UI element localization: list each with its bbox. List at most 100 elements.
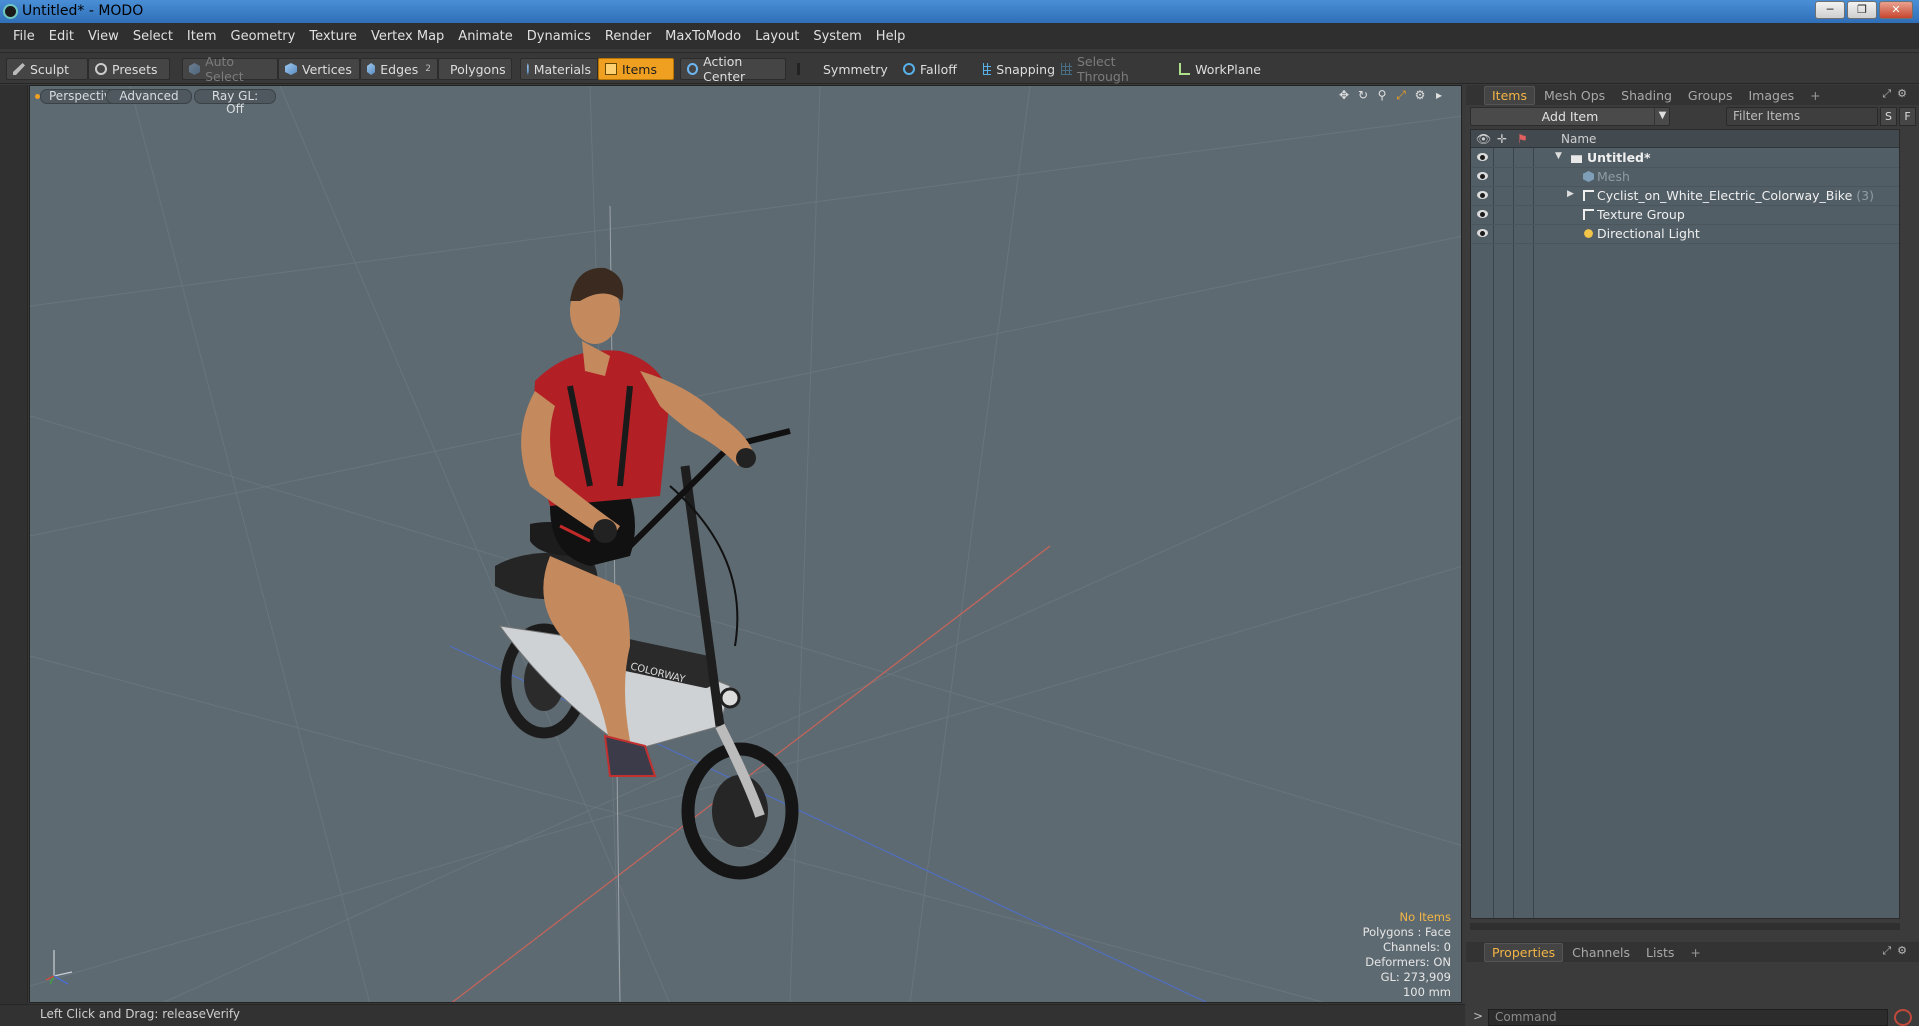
minimize-button[interactable]: ─ xyxy=(1815,1,1845,19)
menu-dynamics[interactable]: Dynamics xyxy=(520,29,598,44)
item-row[interactable]: Mesh xyxy=(1471,168,1899,187)
action-center-button[interactable]: Action Center xyxy=(680,54,786,84)
maximize-button[interactable]: ❐ xyxy=(1847,1,1877,19)
sculpt-button[interactable]: Sculpt xyxy=(6,58,88,80)
workplane-label: WorkPlane xyxy=(1195,61,1261,77)
menu-vertex-map[interactable]: Vertex Map xyxy=(364,29,451,44)
auto-select-button[interactable]: Auto Select xyxy=(182,54,278,84)
menu-texture[interactable]: Texture xyxy=(302,29,364,44)
menu-file[interactable]: File xyxy=(6,29,42,44)
maximize-icon[interactable]: ⤢ xyxy=(1395,89,1407,101)
lock-column-icon[interactable]: ✛ xyxy=(1497,132,1507,146)
vertices-icon xyxy=(285,63,297,75)
workplane-button[interactable]: WorkPlane xyxy=(1172,58,1268,80)
menu-item[interactable]: Item xyxy=(180,29,224,44)
add-item-button[interactable]: Add Item xyxy=(1470,107,1670,126)
edges-button[interactable]: Edges 2 xyxy=(360,58,438,80)
axis-gizmo-icon xyxy=(45,950,73,985)
eye-icon[interactable] xyxy=(1477,153,1488,161)
symmetry-button[interactable]: Symmetry xyxy=(790,58,888,80)
expand-arrow-icon[interactable]: ▶ xyxy=(1567,189,1574,199)
panel-options-icons[interactable]: ⤢⚙ xyxy=(1882,87,1913,101)
tab-items[interactable]: Items xyxy=(1484,85,1535,105)
tab-shading[interactable]: Shading xyxy=(1614,87,1679,104)
expand-arrow-icon[interactable]: ▼ xyxy=(1555,151,1562,161)
item-label: Mesh xyxy=(1597,169,1630,184)
select-through-button[interactable]: Select Through xyxy=(1054,54,1170,84)
properties-body xyxy=(1466,964,1919,1004)
menu-system[interactable]: System xyxy=(806,29,868,44)
vertices-label: Vertices xyxy=(302,61,352,77)
item-row[interactable]: Texture Group xyxy=(1471,206,1899,225)
menu-layout[interactable]: Layout xyxy=(748,29,806,44)
play-icon[interactable]: ▸ xyxy=(1433,89,1445,101)
add-tab-button[interactable]: + xyxy=(1683,944,1707,961)
polygons-stat: Polygons : Face xyxy=(1362,925,1451,939)
window-controls: ─ ❐ ✕ xyxy=(1815,1,1913,19)
eye-icon[interactable] xyxy=(1477,191,1488,199)
shading-tab[interactable]: Advanced xyxy=(106,89,192,104)
gear-icon[interactable]: ⚙ xyxy=(1414,89,1426,101)
tab-channels[interactable]: Channels xyxy=(1565,944,1637,961)
symmetry-label: Symmetry xyxy=(823,61,888,77)
menu-help[interactable]: Help xyxy=(869,29,913,44)
move-icon[interactable]: ✥ xyxy=(1338,89,1350,101)
tab-groups[interactable]: Groups xyxy=(1681,87,1740,104)
gl-stat: GL: 273,909 xyxy=(1380,970,1451,984)
menu-view[interactable]: View xyxy=(81,29,126,44)
add-tab-button[interactable]: + xyxy=(1803,87,1827,104)
tab-mesh-ops[interactable]: Mesh Ops xyxy=(1537,87,1612,104)
eye-icon[interactable] xyxy=(1477,229,1488,237)
channels-stat: Channels: 0 xyxy=(1382,940,1451,954)
falloff-button[interactable]: Falloff xyxy=(896,58,972,80)
render-column-icon[interactable]: ⚑ xyxy=(1517,132,1528,146)
chevron-down-icon[interactable]: ▼ xyxy=(1654,107,1670,126)
panel-options-icons[interactable]: ⤢⚙ xyxy=(1882,944,1913,958)
grid-size-stat: 100 mm xyxy=(1402,985,1451,999)
action-center-label: Action Center xyxy=(703,54,746,84)
status-hint: Left Click and Drag: releaseVerify xyxy=(40,1007,240,1021)
item-row[interactable]: Directional Light xyxy=(1471,225,1899,244)
eye-icon[interactable] xyxy=(1477,210,1488,218)
close-button[interactable]: ✕ xyxy=(1879,1,1913,19)
vertices-button[interactable]: Vertices xyxy=(278,58,360,80)
snapping-button[interactable]: Snapping xyxy=(976,58,1062,80)
materials-button[interactable]: Materials xyxy=(520,58,598,80)
tab-properties[interactable]: Properties xyxy=(1484,942,1564,962)
modo-app-icon xyxy=(3,4,18,19)
menu-select[interactable]: Select xyxy=(126,29,180,44)
edges-label: Edges xyxy=(380,61,419,77)
menu-render[interactable]: Render xyxy=(598,29,658,44)
menu-maxtomodo[interactable]: MaxToModo xyxy=(658,29,748,44)
eye-icon[interactable] xyxy=(1477,172,1488,180)
polygons-button[interactable]: Polygons xyxy=(438,58,512,80)
raygl-tab[interactable]: Ray GL: Off xyxy=(194,89,276,116)
tab-lists[interactable]: Lists xyxy=(1639,944,1681,961)
filter-s-button[interactable]: S xyxy=(1880,107,1897,126)
selection-stat: No Items xyxy=(1399,910,1451,924)
name-column-header[interactable]: Name xyxy=(1561,132,1596,146)
snapping-label: Snapping xyxy=(996,61,1055,77)
horizontal-scrollbar[interactable] xyxy=(1470,923,1900,930)
item-label: Directional Light xyxy=(1597,226,1700,241)
item-row[interactable]: ▶ Cyclist_on_White_Electric_Colorway_Bik… xyxy=(1471,187,1899,206)
items-mode-button[interactable]: Items xyxy=(598,58,674,80)
menu-geometry[interactable]: Geometry xyxy=(224,29,303,44)
command-input[interactable]: Command xyxy=(1488,1009,1888,1026)
command-history-icon[interactable] xyxy=(1894,1009,1912,1026)
status-bar: Left Click and Drag: releaseVerify xyxy=(0,1004,1465,1026)
menu-animate[interactable]: Animate xyxy=(451,29,519,44)
item-label: Cyclist_on_White_Electric_Colorway_Bike … xyxy=(1597,188,1874,203)
3d-viewport[interactable]: COLORWAY Perspective Advanced Ray GL: Of… xyxy=(29,85,1462,1003)
visibility-column-eye-icon[interactable]: 👁 xyxy=(1476,132,1491,146)
command-prompt: > xyxy=(1473,1009,1484,1023)
filter-items-input[interactable]: Filter Items xyxy=(1726,107,1878,126)
zoom-icon[interactable]: ⚲ xyxy=(1376,89,1388,101)
rotate-icon[interactable]: ↻ xyxy=(1357,89,1369,101)
filter-f-button[interactable]: F xyxy=(1899,107,1916,126)
presets-button[interactable]: Presets xyxy=(88,58,170,80)
menu-edit[interactable]: Edit xyxy=(42,29,81,44)
falloff-label: Falloff xyxy=(920,61,957,77)
item-row[interactable]: ▼ Untitled* xyxy=(1471,149,1899,168)
tab-images[interactable]: Images xyxy=(1742,87,1802,104)
